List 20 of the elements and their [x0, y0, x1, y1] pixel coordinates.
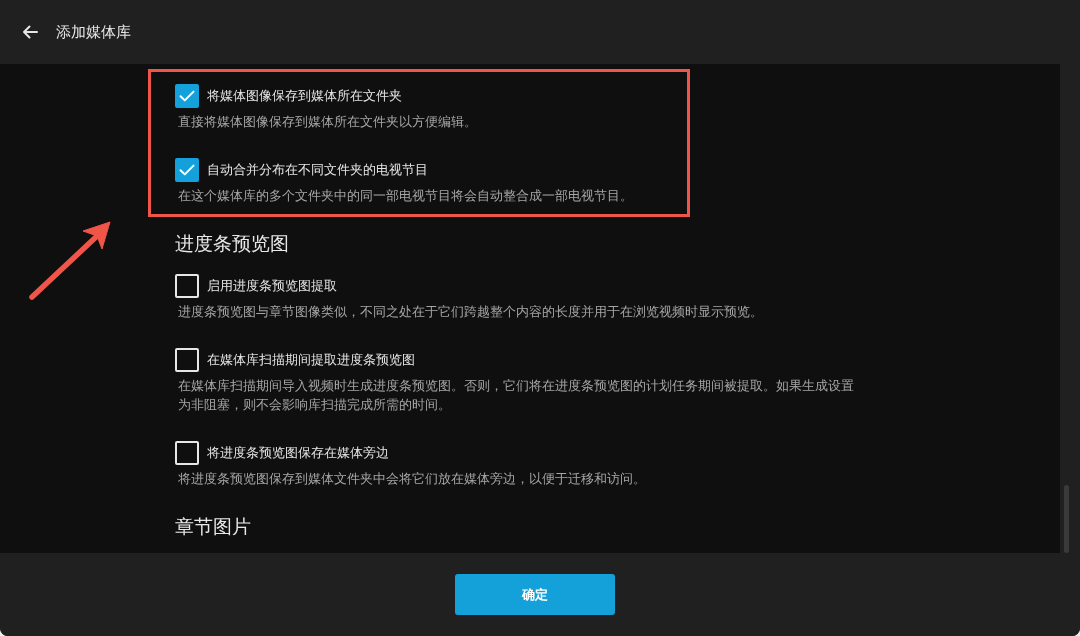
window-title: 添加媒体库	[56, 22, 131, 42]
check-icon	[179, 164, 195, 176]
option-description: 将进度条预览图保存到媒体文件夹中会将它们放在媒体旁边，以便于迁移和访问。	[177, 470, 646, 488]
option-label[interactable]: 将进度条预览图保存在媒体旁边	[207, 443, 389, 463]
back-button[interactable]	[22, 25, 38, 39]
checkbox[interactable]	[175, 84, 199, 108]
option-label[interactable]: 启用进度条预览图提取	[207, 276, 337, 296]
option-label[interactable]: 将媒体图像保存到媒体所在文件夹	[207, 86, 402, 106]
option-description: 在这个媒体库的多个文件夹中的同一部电视节目将会自动整合成一部电视节目。	[177, 187, 633, 205]
scrollbar-thumb[interactable]	[1064, 485, 1069, 553]
option-description: 进度条预览图与章节图像类似，不同之处在于它们跨越整个内容的长度并用于在浏览视频时显示预览。	[177, 303, 763, 321]
section-heading: 章节图片	[175, 514, 251, 539]
back-arrow-icon	[22, 25, 38, 39]
option-label[interactable]: 在媒体库扫描期间提取进度条预览图	[207, 350, 415, 370]
option-label[interactable]: 自动合并分布在不同文件夹的电视节目	[207, 160, 428, 180]
option-description: 直接将媒体图像保存到媒体所在文件夹以方便编辑。	[177, 113, 477, 131]
section-heading: 进度条预览图	[175, 231, 289, 256]
check-icon	[179, 90, 195, 102]
option-description: 在媒体库扫描期间导入视频时生成进度条预览图。否则，它们将在进度条预览图的计划任务期间被提取。如果生成设置为非阻塞，则不会影响库扫描完成所需的时间。	[177, 377, 855, 414]
checkbox[interactable]	[175, 158, 199, 182]
